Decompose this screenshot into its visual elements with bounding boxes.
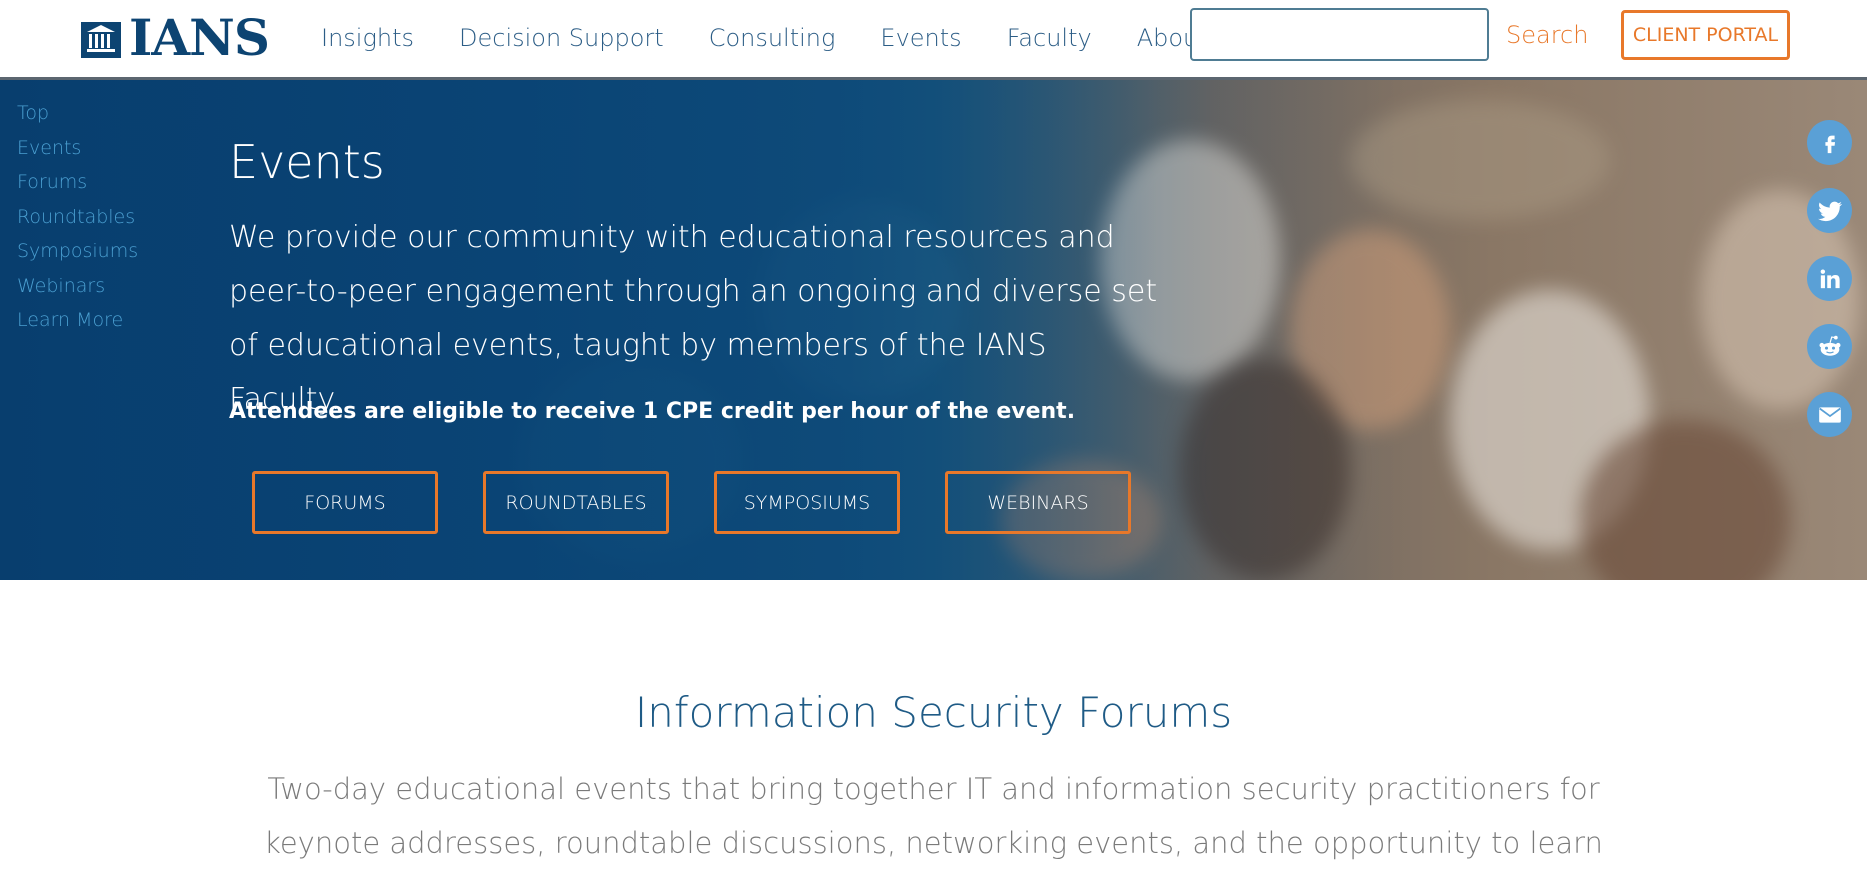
sidebar-nav: Top Events Forums Roundtables Symposiums… [17, 96, 138, 338]
nav-events[interactable]: Events [880, 18, 961, 58]
twitter-icon[interactable] [1807, 188, 1852, 233]
section-description: Two-day educational events that bring to… [264, 772, 1603, 882]
roundtables-button[interactable]: ROUNDTABLES [483, 471, 669, 534]
section-title: Information Security Forums [634, 688, 1233, 737]
sidebar-item-learn-more[interactable]: Learn More [17, 303, 138, 338]
client-portal-button[interactable]: CLIENT PORTAL [1621, 10, 1790, 60]
ians-logo[interactable]: IANS [79, 8, 270, 67]
logo-building-icon [81, 22, 121, 58]
search-button[interactable]: Search [1506, 15, 1588, 55]
reddit-icon[interactable] [1807, 324, 1852, 369]
forums-button[interactable]: FORUMS [252, 471, 438, 534]
logo-text: IANS [129, 8, 270, 67]
symposiums-button[interactable]: SYMPOSIUMS [714, 471, 900, 534]
webinars-button[interactable]: WEBINARS [945, 471, 1131, 534]
nav-insights[interactable]: Insights [321, 18, 414, 58]
event-type-buttons: FORUMS ROUNDTABLES SYMPOSIUMS WEBINARS [252, 471, 1131, 534]
hero-title: Events [229, 135, 385, 189]
facebook-icon[interactable] [1807, 120, 1852, 165]
sidebar-item-roundtables[interactable]: Roundtables [17, 200, 138, 235]
main-nav: Insights Decision Support Consulting Eve… [321, 18, 1253, 58]
nav-decision-support[interactable]: Decision Support [459, 18, 664, 58]
nav-faculty[interactable]: Faculty [1007, 18, 1092, 58]
social-share-bar [1807, 120, 1852, 437]
search-input[interactable] [1190, 8, 1489, 61]
sidebar-item-top[interactable]: Top [17, 96, 138, 131]
sidebar-item-symposiums[interactable]: Symposiums [17, 234, 138, 269]
sidebar-item-events[interactable]: Events [17, 131, 138, 166]
nav-consulting[interactable]: Consulting [709, 18, 836, 58]
email-icon[interactable] [1807, 392, 1852, 437]
sidebar-item-webinars[interactable]: Webinars [17, 269, 138, 304]
site-header: IANS Insights Decision Support Consultin… [0, 0, 1867, 80]
linkedin-icon[interactable] [1807, 256, 1852, 301]
cpe-credit-note: Attendees are eligible to receive 1 CPE … [229, 399, 1076, 424]
sidebar-item-forums[interactable]: Forums [17, 165, 138, 200]
hero-description: We provide our community with educationa… [229, 220, 1158, 417]
